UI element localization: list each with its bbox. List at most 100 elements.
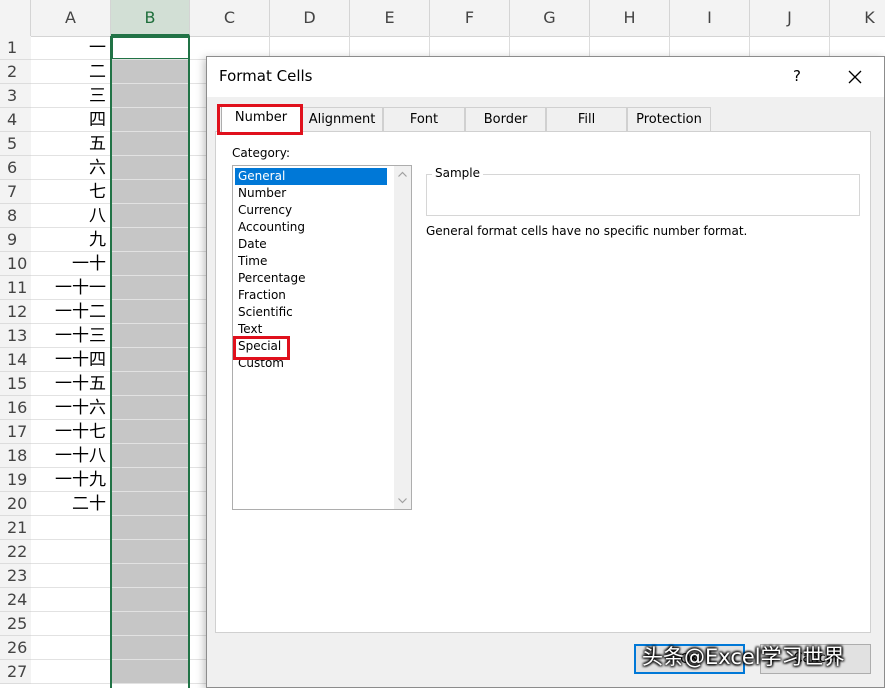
cell-a[interactable]: 五 <box>31 132 111 156</box>
cell-a[interactable] <box>31 540 111 564</box>
column-header-a[interactable]: A <box>31 0 111 36</box>
row-header[interactable]: 16 <box>0 396 31 420</box>
row-header[interactable]: 18 <box>0 444 31 468</box>
cell-b[interactable] <box>111 396 190 420</box>
column-header-f[interactable]: F <box>430 0 510 36</box>
cell-b[interactable] <box>111 252 190 276</box>
column-header-d[interactable]: D <box>270 0 350 36</box>
row-header[interactable]: 11 <box>0 276 31 300</box>
cell-b[interactable] <box>111 276 190 300</box>
category-item-special[interactable]: Special <box>235 338 387 355</box>
tab-border[interactable]: Border <box>465 107 546 131</box>
row-header[interactable]: 2 <box>0 60 31 84</box>
category-item-scientific[interactable]: Scientific <box>235 304 387 321</box>
column-header-e[interactable]: E <box>350 0 430 36</box>
row-header[interactable]: 15 <box>0 372 31 396</box>
row-header[interactable]: 20 <box>0 492 31 516</box>
row-header[interactable]: 1 <box>0 36 31 60</box>
cell-a[interactable]: 六 <box>31 156 111 180</box>
tab-protection[interactable]: Protection <box>627 107 711 131</box>
category-scrollbar[interactable] <box>394 166 411 509</box>
column-header-c[interactable]: C <box>190 0 270 36</box>
cell-b[interactable] <box>111 228 190 252</box>
category-item-custom[interactable]: Custom <box>235 355 387 372</box>
cell-a[interactable]: 一十一 <box>31 276 111 300</box>
category-item-accounting[interactable]: Accounting <box>235 219 387 236</box>
category-list[interactable]: General Number Currency Accounting Date Time P… <box>232 165 412 510</box>
row-header[interactable]: 14 <box>0 348 31 372</box>
chevron-up-icon[interactable] <box>394 166 411 183</box>
cell-a[interactable] <box>31 660 111 684</box>
close-icon[interactable] <box>841 63 869 91</box>
row-header[interactable]: 23 <box>0 564 31 588</box>
cell-b[interactable] <box>111 588 190 612</box>
cell-b[interactable] <box>111 372 190 396</box>
cell-b[interactable] <box>111 612 190 636</box>
cell-b[interactable] <box>111 204 190 228</box>
cell-a[interactable]: 八 <box>31 204 111 228</box>
cell-b[interactable] <box>111 636 190 660</box>
cell-b[interactable] <box>111 444 190 468</box>
row-header[interactable]: 27 <box>0 660 31 684</box>
cell-a[interactable]: 一 <box>31 36 111 60</box>
cell-b[interactable] <box>111 60 190 84</box>
cell-b[interactable] <box>111 108 190 132</box>
cell-a[interactable]: 二十 <box>31 492 111 516</box>
cell-b[interactable] <box>111 300 190 324</box>
cell-b[interactable] <box>111 660 190 684</box>
category-item-text[interactable]: Text <box>235 321 387 338</box>
column-header-k[interactable]: K <box>830 0 885 36</box>
cell-a[interactable]: 一十九 <box>31 468 111 492</box>
cell-b[interactable] <box>111 420 190 444</box>
category-item-percentage[interactable]: Percentage <box>235 270 387 287</box>
cell-a[interactable]: 七 <box>31 180 111 204</box>
column-header-i[interactable]: I <box>670 0 750 36</box>
cell-b[interactable] <box>111 516 190 540</box>
cell-a[interactable] <box>31 516 111 540</box>
column-header-g[interactable]: G <box>510 0 590 36</box>
row-header[interactable]: 10 <box>0 252 31 276</box>
tab-alignment[interactable]: Alignment <box>301 107 383 131</box>
cell-b[interactable] <box>111 540 190 564</box>
chevron-down-icon[interactable] <box>394 492 411 509</box>
cell-a[interactable] <box>31 636 111 660</box>
row-header[interactable]: 24 <box>0 588 31 612</box>
cell-a[interactable]: 一十六 <box>31 396 111 420</box>
row-header[interactable]: 19 <box>0 468 31 492</box>
cell-b[interactable] <box>111 324 190 348</box>
row-header[interactable]: 13 <box>0 324 31 348</box>
row-header[interactable]: 7 <box>0 180 31 204</box>
cell-a[interactable]: 四 <box>31 108 111 132</box>
select-all-corner[interactable] <box>0 0 31 36</box>
row-header[interactable]: 25 <box>0 612 31 636</box>
category-item-currency[interactable]: Currency <box>235 202 387 219</box>
row-header[interactable]: 6 <box>0 156 31 180</box>
category-item-general[interactable]: General <box>235 168 387 185</box>
cell-a[interactable] <box>31 612 111 636</box>
cell-a[interactable]: 九 <box>31 228 111 252</box>
row-header[interactable]: 12 <box>0 300 31 324</box>
cell-a[interactable] <box>31 588 111 612</box>
cell-a[interactable]: 一十四 <box>31 348 111 372</box>
category-item-fraction[interactable]: Fraction <box>235 287 387 304</box>
cell-b[interactable] <box>111 348 190 372</box>
row-header[interactable]: 3 <box>0 84 31 108</box>
cell-a[interactable]: 一十三 <box>31 324 111 348</box>
help-button[interactable]: ? <box>785 63 809 89</box>
tab-fill[interactable]: Fill <box>546 107 627 131</box>
cell-a[interactable]: 一十八 <box>31 444 111 468</box>
cell-b[interactable] <box>111 492 190 516</box>
category-item-number[interactable]: Number <box>235 185 387 202</box>
column-header-b[interactable]: B <box>111 0 190 36</box>
row-header[interactable]: 21 <box>0 516 31 540</box>
row-header[interactable]: 26 <box>0 636 31 660</box>
tab-font[interactable]: Font <box>383 107 465 131</box>
row-header[interactable]: 4 <box>0 108 31 132</box>
row-header[interactable]: 5 <box>0 132 31 156</box>
cell-a[interactable]: 一十二 <box>31 300 111 324</box>
row-header[interactable]: 22 <box>0 540 31 564</box>
cell-b[interactable] <box>111 564 190 588</box>
column-header-j[interactable]: J <box>750 0 830 36</box>
cell-a[interactable] <box>31 564 111 588</box>
category-item-time[interactable]: Time <box>235 253 387 270</box>
